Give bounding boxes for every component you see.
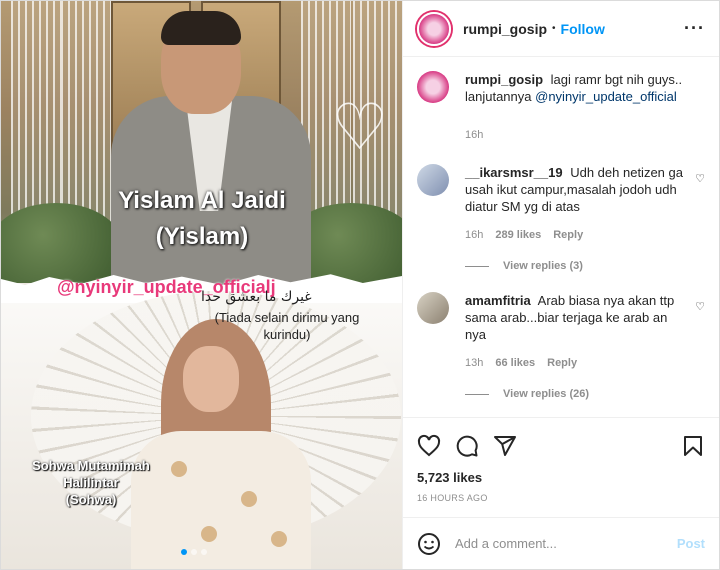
instagram-post: ♡ Yislam Al Jaidi (Yislam) @nyinyir_upda…: [0, 0, 720, 570]
caption-name-top: Yislam Al Jaidi: [118, 187, 286, 214]
comment-time[interactable]: 16h: [465, 227, 483, 244]
caption-name-bottom: Sohwa Mutamimah Halilintar (Sohwa): [21, 457, 161, 508]
comment-like-heart-icon[interactable]: ♡: [695, 300, 705, 313]
more-options-icon[interactable]: ···: [684, 18, 705, 39]
comment-input[interactable]: [455, 536, 677, 551]
comment-body: amamfitria Arab biasa nya akan ttp sama …: [465, 292, 705, 372]
caption-name-bottom-line2: Halilintar: [63, 475, 119, 490]
action-icons: [417, 426, 705, 466]
dress-embroidery: [241, 491, 257, 507]
comment-like-heart-icon[interactable]: ♡: [695, 172, 705, 185]
replies-line: [465, 265, 489, 267]
emoji-icon[interactable]: [417, 532, 441, 556]
caption-name-top-sub: (Yislam): [155, 223, 249, 250]
comment-meta: 16h 289 likes Reply: [465, 227, 683, 244]
reply-button[interactable]: Reply: [553, 227, 583, 244]
comment-username[interactable]: amamfitria: [465, 293, 531, 308]
view-replies-button[interactable]: View replies (26): [465, 388, 705, 400]
share-icon[interactable]: [493, 434, 517, 458]
man-hair: [161, 11, 241, 45]
arabic-text: غيرك ما بعشق حدا: [201, 289, 312, 305]
list-item: amamfitria Arab biasa nya akan ttp sama …: [417, 292, 705, 372]
post-actions: 5,723 likes 16 HOURS AGO: [403, 417, 719, 517]
caption-mention-link[interactable]: @nyinyir_update_official: [535, 89, 677, 104]
heart-outline-icon: ♡: [331, 91, 389, 165]
post-timestamp[interactable]: 16 HOURS AGO: [417, 493, 705, 517]
avatar[interactable]: [417, 164, 449, 196]
comment-time[interactable]: 13h: [465, 355, 483, 372]
comment-likes[interactable]: 66 likes: [495, 355, 535, 372]
caption-name-bottom-line1: Sohwa Mutamimah: [32, 458, 150, 473]
view-replies-button[interactable]: View replies (3): [465, 260, 705, 272]
post-panel: rumpi_gosip • Follow ··· rumpi_gosip lag…: [403, 1, 719, 569]
avatar[interactable]: [417, 292, 449, 324]
caption-username[interactable]: rumpi_gosip: [465, 72, 543, 87]
dress-embroidery: [271, 531, 287, 547]
carousel-dot[interactable]: [191, 549, 197, 555]
heart-icon[interactable]: [417, 434, 441, 458]
carousel-dot[interactable]: [201, 549, 207, 555]
comment-body: __ikarsmsr__19 Udh deh netizen ga usah i…: [465, 164, 705, 244]
carousel-dots: [181, 549, 207, 555]
caption-name-bottom-line3: (Sohwa): [65, 492, 117, 507]
comments-list[interactable]: rumpi_gosip lagi ramr bgt nih guys.. lan…: [403, 57, 719, 417]
avatar[interactable]: [417, 11, 451, 46]
woman-face: [183, 346, 239, 412]
translation-text: (Tiada selain dirimu yang kurindu): [214, 310, 360, 342]
carousel-dot-active[interactable]: [181, 549, 187, 555]
post-button[interactable]: Post: [677, 536, 705, 551]
dress-embroidery: [201, 526, 217, 542]
view-replies-label: View replies (3): [503, 260, 583, 272]
view-replies-label: View replies (26): [503, 388, 590, 400]
reply-button[interactable]: Reply: [547, 355, 577, 372]
list-item: __ikarsmsr__19 Udh deh netizen ga usah i…: [417, 164, 705, 244]
header-username[interactable]: rumpi_gosip: [463, 21, 547, 37]
caption-meta: 16h: [465, 127, 683, 144]
post-media[interactable]: ♡ Yislam Al Jaidi (Yislam) @nyinyir_upda…: [1, 1, 403, 569]
replies-line: [465, 393, 489, 395]
likes-count[interactable]: 5,723 likes: [417, 470, 705, 485]
comment-username[interactable]: __ikarsmsr__19: [465, 165, 563, 180]
bookmark-icon[interactable]: [681, 434, 705, 458]
comment-icon[interactable]: [455, 434, 479, 458]
add-comment-bar: Post: [403, 517, 719, 569]
post-header: rumpi_gosip • Follow ···: [403, 1, 719, 57]
post-caption: rumpi_gosip lagi ramr bgt nih guys.. lan…: [417, 71, 705, 144]
comment-meta: 13h 66 likes Reply: [465, 355, 683, 372]
dress-embroidery: [171, 461, 187, 477]
caption-time[interactable]: 16h: [465, 127, 483, 144]
comment-likes[interactable]: 289 likes: [495, 227, 541, 244]
header-separator: •: [552, 23, 556, 34]
follow-button[interactable]: Follow: [561, 21, 605, 37]
caption-body: rumpi_gosip lagi ramr bgt nih guys.. lan…: [465, 71, 705, 144]
avatar[interactable]: [417, 71, 449, 103]
